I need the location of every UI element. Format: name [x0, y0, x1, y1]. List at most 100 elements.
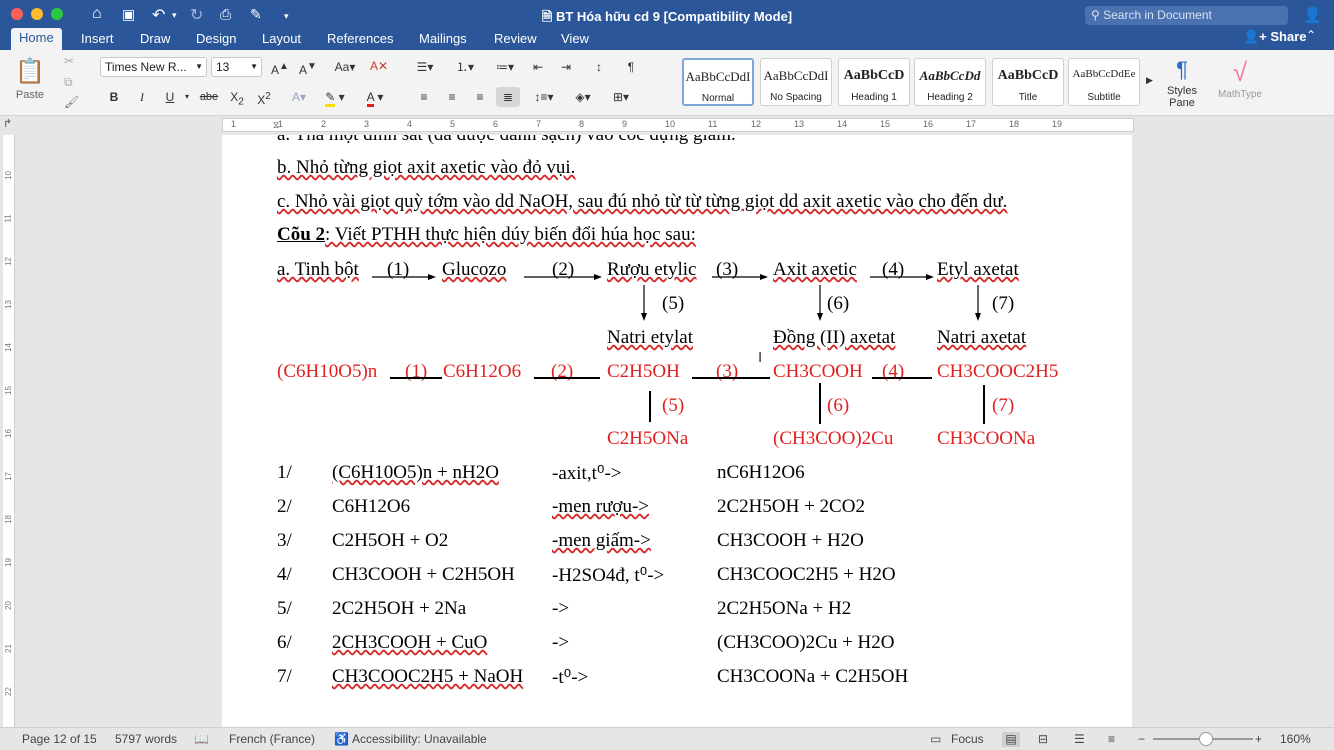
show-formatting-icon[interactable]: ¶	[620, 57, 642, 77]
shrink-font-icon[interactable]: A▼	[296, 57, 320, 77]
bold-button[interactable]: B	[104, 87, 124, 107]
focus-button[interactable]: Focus	[951, 732, 984, 746]
collapse-ribbon-icon[interactable]: ⌃	[1306, 28, 1316, 42]
tab-references[interactable]: References	[319, 29, 401, 48]
tab-stop-icon[interactable]: ↱	[3, 117, 12, 130]
decrease-indent-icon[interactable]: ⇤	[526, 57, 550, 77]
word-count[interactable]: 5797 words	[115, 732, 177, 746]
sort-icon[interactable]: ↕	[586, 57, 612, 77]
font-color-button[interactable]: A ▾	[358, 87, 392, 107]
tab-insert[interactable]: Insert	[73, 29, 122, 48]
multilevel-list-icon[interactable]: ≔▾	[488, 57, 522, 77]
reaction-4-num: 4/	[277, 564, 292, 585]
tab-view[interactable]: View	[553, 29, 597, 48]
subscript-button[interactable]: X2	[226, 87, 248, 107]
font-size-select[interactable]: 13 ▼	[211, 57, 262, 77]
draft-view-icon[interactable]: ≡	[1108, 732, 1115, 746]
red-step-6: (6)	[827, 395, 850, 416]
style-normal[interactable]: AaBbCcDdI Normal	[682, 58, 754, 106]
red-step-2: (2)	[551, 361, 574, 382]
tab-review[interactable]: Review	[486, 29, 545, 48]
indent-marker-icon[interactable]: ⧖	[273, 120, 279, 131]
reaction-3-left: C2H5OH + O2	[332, 530, 449, 551]
italic-button[interactable]: I	[132, 87, 152, 107]
proofing-icon[interactable]: 📖	[194, 732, 209, 746]
highlight-color-button[interactable]: ✎ ▾	[318, 87, 352, 107]
clear-formatting-icon[interactable]: A✕	[366, 56, 392, 76]
change-case-icon[interactable]: Aa▾	[330, 57, 360, 77]
align-left-icon[interactable]: ≡	[412, 87, 436, 107]
format-painter-icon[interactable]: 🖌	[64, 95, 79, 109]
bullets-icon[interactable]: ☰▾	[408, 57, 442, 77]
underline-button[interactable]: U	[160, 87, 180, 107]
vertical-ruler-track: 10 11 12 13 14 15 16 17 18 19 20 21 22	[3, 135, 15, 727]
red-step-3: (3)	[716, 361, 739, 382]
style-subtitle[interactable]: AaBbCcDdEe Subtitle	[1068, 58, 1140, 106]
superscript-button[interactable]: X2	[253, 87, 275, 107]
red-glucose: C6H12O6	[443, 361, 522, 382]
vertical-ruler-tick-label: 19	[3, 558, 13, 567]
page-count[interactable]: Page 12 of 15	[22, 732, 97, 746]
reaction-4-cond: -H2SO4đ, t⁰->	[552, 565, 665, 586]
profile-icon[interactable]: 👤	[1303, 6, 1322, 24]
zoom-level[interactable]: 160%	[1280, 732, 1311, 746]
share-button[interactable]: 👤+ Share	[1243, 29, 1307, 45]
outline-view-icon[interactable]: ☰	[1074, 732, 1085, 746]
style-no-spacing[interactable]: AaBbCcDdI No Spacing	[760, 58, 832, 106]
grow-font-icon[interactable]: A▲	[268, 57, 292, 77]
ruler-tick-label: 4	[407, 119, 413, 129]
style-preview: AaBbCcDdI	[763, 68, 829, 83]
tab-layout[interactable]: Layout	[254, 29, 309, 48]
numbering-icon[interactable]: ⒈▾	[448, 57, 482, 77]
align-right-icon[interactable]: ≡	[468, 87, 492, 107]
shading-icon[interactable]: ◈▾	[566, 87, 600, 107]
copy-icon[interactable]: ⧉	[64, 75, 73, 90]
search-field[interactable]: ⚲ Search in Document	[1085, 6, 1288, 25]
style-title[interactable]: AaBbCcD Title	[992, 58, 1064, 106]
title-bar: ⌂ ▣ ↶ ▾ ↻ ⎙ ✎ ▾ 🗎 BT Hóa hữu cd 9 [Compa…	[0, 0, 1334, 50]
style-heading-1[interactable]: AaBbCcD Heading 1	[838, 58, 910, 106]
scheme-natri-axetat: Natri axetat	[937, 327, 1027, 348]
font-name-select[interactable]: Times New R... ▼	[100, 57, 207, 77]
tab-home[interactable]: Home	[11, 28, 62, 50]
zoom-in-icon[interactable]: +	[1255, 732, 1262, 746]
language-indicator[interactable]: French (France)	[229, 732, 315, 746]
red-copper-acetate: (CH3COO)2Cu	[773, 428, 894, 449]
reaction-3-right: CH3COOH + H2O	[717, 530, 864, 551]
document-page[interactable]: a. Thả một đinh sắt (đã được đánh sạch) …	[222, 135, 1132, 727]
styles-more-icon[interactable]: ▶	[1146, 75, 1153, 86]
style-heading-2[interactable]: AaBbCcDd Heading 2	[914, 58, 986, 106]
vertical-ruler-tick-label: 15	[3, 386, 13, 395]
underline-dropdown-icon[interactable]: ▾	[182, 87, 192, 107]
strikethrough-button[interactable]: abe	[197, 87, 221, 107]
align-center-icon[interactable]: ≡	[440, 87, 464, 107]
web-layout-icon[interactable]: ⊟	[1038, 732, 1048, 746]
cut-icon[interactable]: ✂	[64, 54, 74, 68]
text-effects-icon[interactable]: A▾	[286, 87, 312, 107]
zoom-out-icon[interactable]: −	[1138, 732, 1145, 746]
paste-button[interactable]: 📋 Paste	[8, 54, 52, 106]
tab-design[interactable]: Design	[188, 29, 244, 48]
styles-pane-button[interactable]: ¶ Styles Pane	[1162, 54, 1202, 112]
zoom-slider-thumb[interactable]	[1199, 732, 1213, 746]
borders-icon[interactable]: ⊞▾	[604, 87, 638, 107]
ruler-tick-label: 14	[837, 119, 848, 129]
vertical-ruler-tick-label: 18	[3, 515, 13, 524]
style-name: Heading 1	[851, 92, 897, 103]
accessibility-status[interactable]: Accessibility: Unavailable	[352, 732, 487, 746]
increase-indent-icon[interactable]: ⇥	[554, 57, 578, 77]
vertical-ruler-ticks: 10 11 12 13 14 15 16 17 18 19 20 21 22	[3, 135, 14, 727]
justify-icon[interactable]: ≣	[496, 87, 520, 107]
reaction-7-right: CH3COONa + C2H5OH	[717, 666, 909, 687]
print-layout-icon[interactable]: ▤	[1002, 732, 1020, 747]
horizontal-ruler[interactable]: ↱ 1 1 2 3 4 5 6 7 8 9 10 11 12 13 14 15 16 17 18 19 ⧖	[0, 116, 1334, 135]
paragraph-b: b. Nhỏ từng giọt axit axetic vào đỏ vụi.	[277, 157, 576, 178]
line-spacing-icon[interactable]: ↕≡▾	[528, 87, 560, 107]
red-scheme-vline-5	[649, 391, 651, 422]
vertical-ruler-tick-label: 10	[3, 171, 13, 180]
mathtype-button[interactable]: √ MathType	[1212, 54, 1268, 106]
tab-mailings[interactable]: Mailings	[411, 29, 475, 48]
scheme-natri-etylat: Natri etylat	[607, 327, 693, 348]
tab-draw[interactable]: Draw	[132, 29, 178, 48]
red-step-1: (1)	[405, 361, 428, 382]
